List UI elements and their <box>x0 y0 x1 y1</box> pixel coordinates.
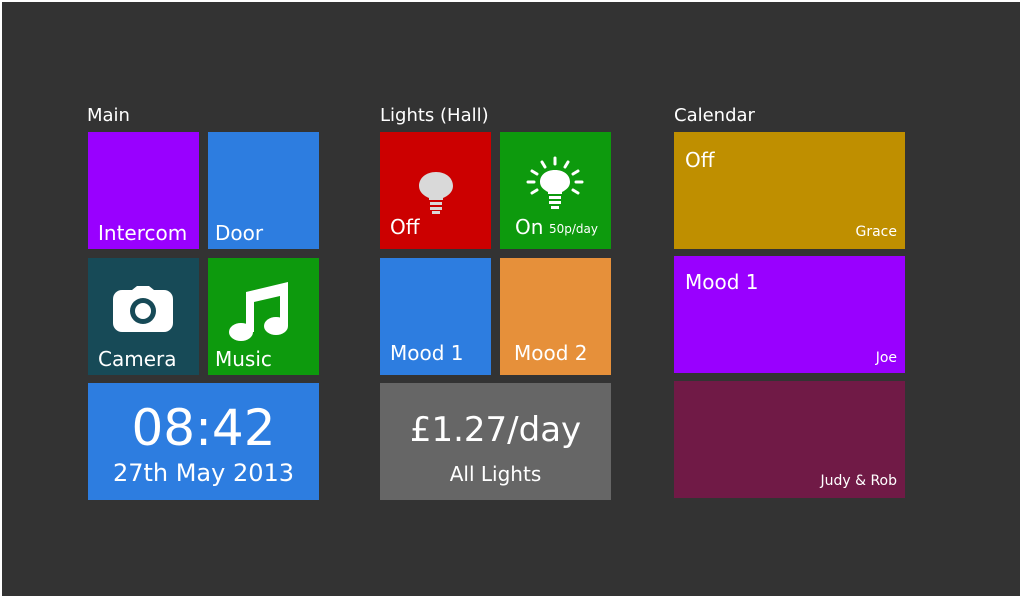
bulb-off-icon <box>417 170 455 214</box>
group-title-lights: Lights (Hall) <box>380 105 489 126</box>
all-lights-cost: £1.27/day <box>409 410 582 450</box>
intercom-tile[interactable]: Intercom <box>88 132 199 249</box>
door-tile[interactable]: Door <box>208 132 319 249</box>
mood-1-tile[interactable]: Mood 1 <box>380 258 491 375</box>
lights-on-cost: 50p/day <box>549 222 599 236</box>
lights-on-label: On <box>515 215 544 239</box>
intercom-label: Intercom <box>98 221 188 245</box>
lights-on-tile[interactable]: On 50p/day <box>500 132 611 249</box>
lights-off-tile[interactable]: Off <box>380 132 491 249</box>
bulb-on-icon <box>522 156 588 214</box>
music-tile[interactable]: Music <box>208 258 319 375</box>
dashboard-screen: Main Lights (Hall) Calendar Intercom Doo… <box>2 2 1020 596</box>
all-lights-tile[interactable]: £1.27/day All Lights <box>380 383 611 500</box>
music-note-icon <box>228 282 294 342</box>
mood-2-tile[interactable]: Mood 2 <box>500 258 611 375</box>
camera-label: Camera <box>98 347 177 371</box>
group-title-calendar: Calendar <box>674 105 755 126</box>
door-label: Door <box>215 221 264 245</box>
camera-tile[interactable]: Camera <box>88 258 199 375</box>
calendar-entry-status: Off <box>685 148 715 172</box>
clock-tile: 08:42 27th May 2013 <box>88 383 319 500</box>
mood-2-label: Mood 2 <box>514 341 588 365</box>
calendar-entry-status: Mood 1 <box>685 270 759 294</box>
calendar-entry[interactable]: Judy & Rob <box>674 381 905 498</box>
calendar-entry[interactable]: Off Grace <box>674 132 905 249</box>
calendar-entry[interactable]: Mood 1 Joe <box>674 256 905 373</box>
calendar-entry-person: Grace <box>855 224 898 240</box>
mood-1-label: Mood 1 <box>390 341 464 365</box>
calendar-entry-person: Judy & Rob <box>820 473 897 489</box>
camera-icon <box>112 286 174 334</box>
group-title-main: Main <box>87 105 130 126</box>
all-lights-label: All Lights <box>449 462 542 486</box>
music-label: Music <box>215 347 272 371</box>
clock-date: 27th May 2013 <box>112 459 295 487</box>
calendar-entry-person: Joe <box>875 350 897 366</box>
lights-off-label: Off <box>390 215 420 239</box>
clock-time: 08:42 <box>131 399 276 457</box>
